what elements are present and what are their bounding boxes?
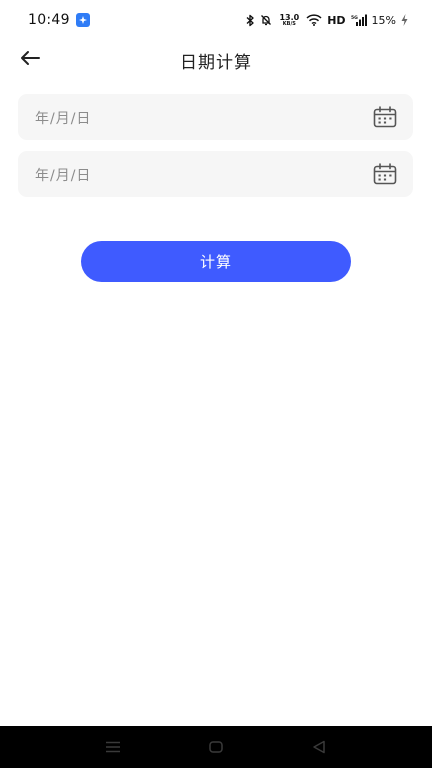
- calendar-icon[interactable]: [373, 106, 397, 128]
- svg-text:5G: 5G: [351, 15, 358, 21]
- charging-icon: [401, 14, 408, 26]
- status-icons: 13.0 KB/S HD 5G 15%: [246, 12, 408, 28]
- header: 日期计算: [0, 40, 432, 78]
- signal-icon: 5G: [351, 14, 367, 26]
- app-notification-icon: [76, 13, 90, 27]
- home-icon: [209, 741, 223, 753]
- end-date-field[interactable]: 年/月/日: [18, 151, 413, 197]
- calendar-icon[interactable]: [373, 163, 397, 185]
- start-date-placeholder: 年/月/日: [35, 111, 92, 127]
- page-title: 日期计算: [180, 53, 252, 73]
- end-date-placeholder: 年/月/日: [35, 168, 92, 184]
- calculate-button[interactable]: 计算: [81, 241, 351, 282]
- menu-icon: [106, 741, 120, 753]
- network-speed: 13.0 KB/S: [279, 13, 299, 27]
- mute-icon: [261, 15, 272, 26]
- bluetooth-icon: [246, 14, 255, 26]
- network-speed-unit: KB/S: [282, 20, 296, 27]
- status-bar: 10:49 13.0 KB/S HD 5G 15%: [0, 0, 432, 40]
- back-triangle-icon: [313, 740, 325, 754]
- battery-percent: 15%: [371, 13, 396, 27]
- system-nav-bar: [0, 726, 432, 768]
- home-button[interactable]: [207, 738, 225, 756]
- hd-label: HD: [327, 13, 346, 27]
- start-date-field[interactable]: 年/月/日: [18, 94, 413, 140]
- status-time: 10:49: [28, 12, 70, 28]
- wifi-icon: [306, 14, 322, 26]
- nav-back-button[interactable]: [310, 738, 328, 756]
- menu-button[interactable]: [104, 738, 122, 756]
